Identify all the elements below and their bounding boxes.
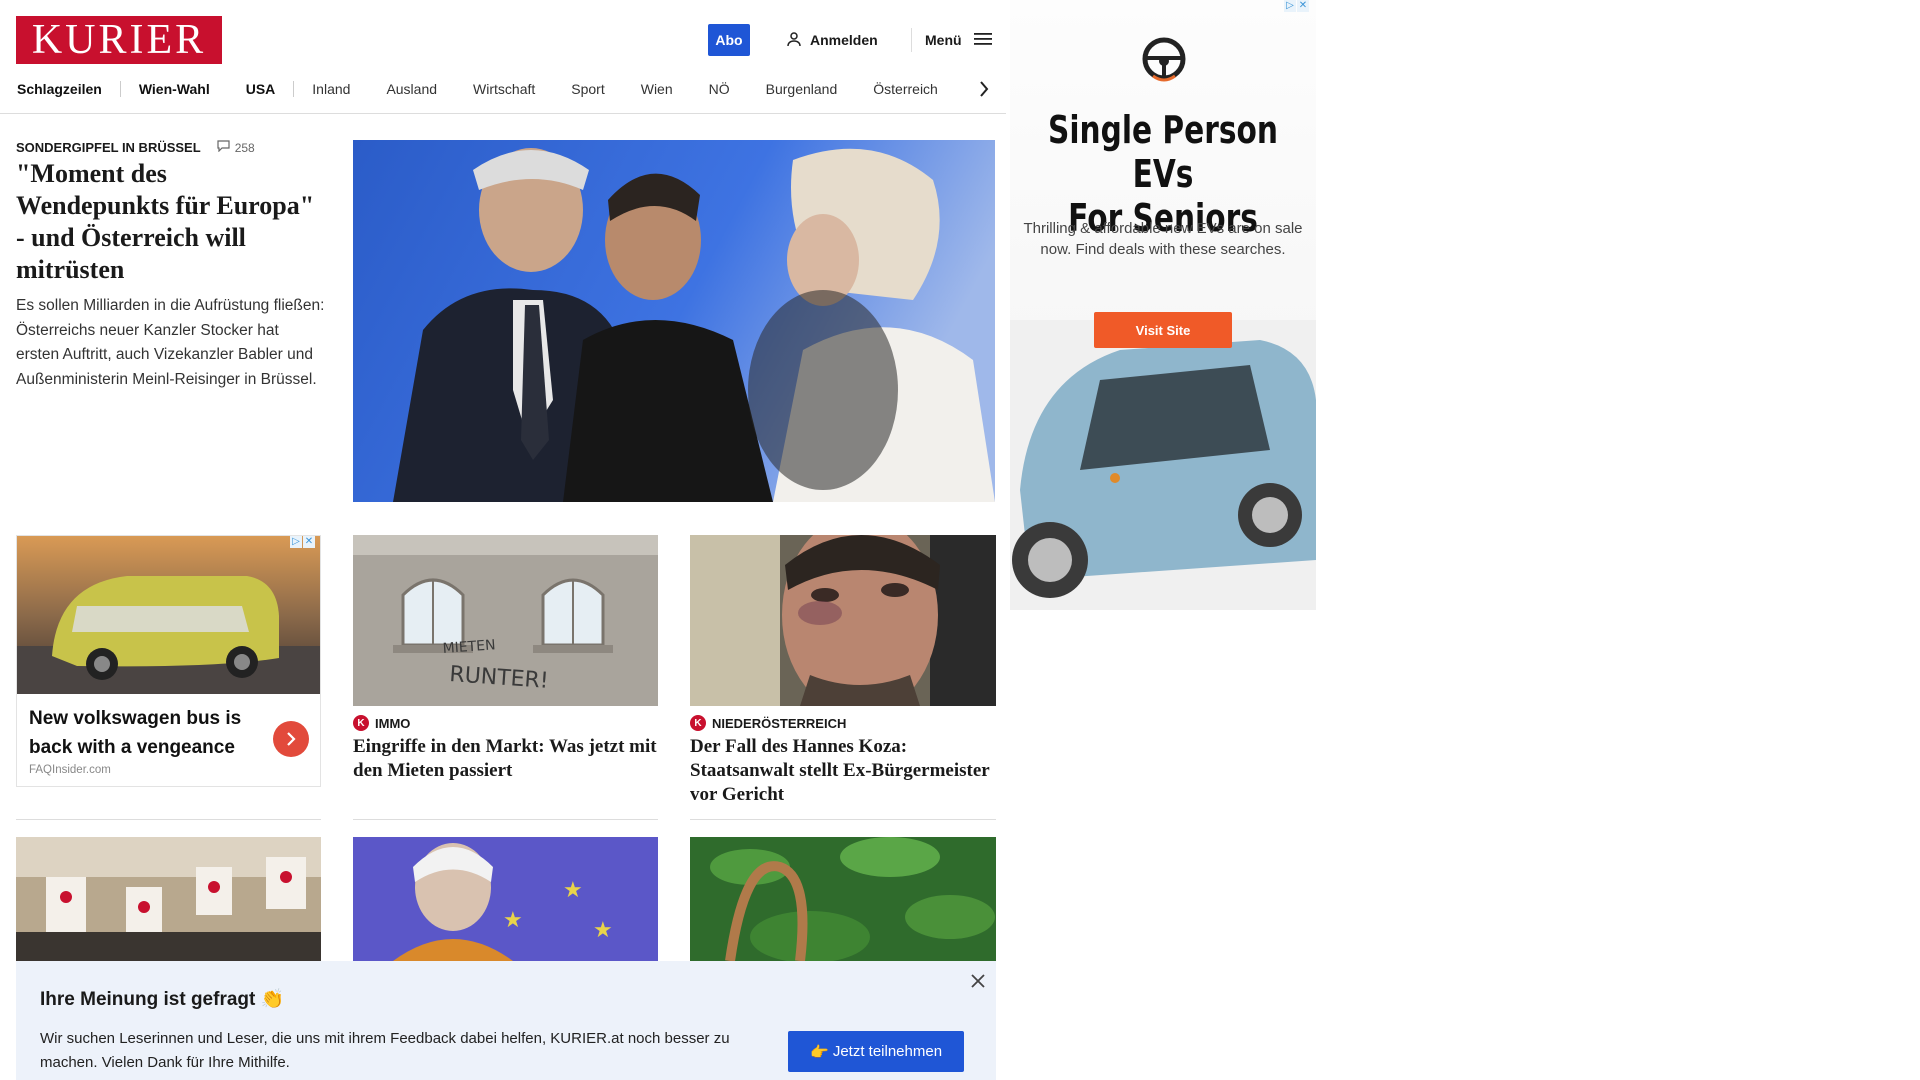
section-nav: Schlagzeilen Wien-Wahl USA Inland Auslan… [17,78,956,100]
steering-wheel-icon [1141,36,1187,82]
card-image-protest[interactable] [16,837,321,961]
user-icon [786,31,802,50]
adchoices-icon: ▷ [1284,0,1296,12]
survey-participate-button[interactable]: 👉 Jetzt teilnehmen [788,1031,964,1072]
card-image-ecb[interactable]: ★ ★ ★ [353,837,658,961]
chevron-right-icon[interactable] [273,721,309,757]
side-ad[interactable]: ▷ ✕ Single Person EVs For Seniors Thrill… [1010,0,1316,610]
close-icon[interactable] [966,969,990,993]
comment-icon [217,140,230,155]
lead-image[interactable] [353,140,995,502]
side-ad-car-image [1010,320,1316,610]
survey-banner: Ihre Meinung ist gefragt 👏 Wir suchen Le… [16,961,996,1080]
nav-item-sport[interactable]: Sport [553,81,622,97]
card-kicker-niederoesterreich[interactable]: K NIEDERÖSTERREICH [690,715,846,731]
survey-title: Ihre Meinung ist gefragt 👏 [40,987,284,1011]
row-divider [690,819,996,820]
native-ad-title[interactable]: New volkswagen bus is back with a vengea… [29,704,269,762]
lead-kicker[interactable]: SONDERGIPFEL IN BRÜSSEL 258 [16,140,255,155]
svg-text:★: ★ [593,917,613,942]
row-divider [16,819,321,820]
menu-button[interactable]: Menü [925,28,992,52]
visit-site-button[interactable]: Visit Site [1094,312,1232,348]
card-kicker-label: IMMO [375,715,411,731]
native-ad-source[interactable]: FAQInsider.com [29,764,111,776]
nav-divider-line [0,113,1006,114]
kurier-logo[interactable]: KURIER [16,16,222,64]
nav-item-wien[interactable]: Wien [623,81,691,97]
comment-count-value: 258 [234,140,255,155]
lead-teaser: Es sollen Milliarden in die Aufrüstung f… [16,297,325,388]
header-divider [911,28,912,52]
survey-title-text: Ihre Meinung ist gefragt [40,989,256,1010]
nav-item-burgenland[interactable]: Burgenland [748,81,856,97]
pointing-hand-icon: 👉 [809,1043,829,1061]
card-title-immo[interactable]: Eingriffe in den Markt: Was jetzt mit de… [353,735,658,783]
row-divider [353,819,658,820]
ad-close-icon[interactable]: ✕ [1297,0,1309,12]
adchoices-icon: ▷ [290,536,302,548]
native-ad-image [17,536,320,694]
card-image-niederoesterreich[interactable] [690,535,996,706]
kurier-plus-badge-icon: K [353,715,369,731]
clapping-hands-icon: 👏 [260,989,285,1010]
ad-close-icon[interactable]: ✕ [303,536,315,548]
card-kicker-label: NIEDERÖSTERREICH [712,715,847,731]
lead-headline[interactable]: "Moment des Wendepunkts für Europa" - un… [16,158,326,286]
card-kicker-immo[interactable]: K IMMO [353,715,410,731]
card-image-immo[interactable]: MIETEN RUNTER! [353,535,658,706]
menu-label: Menü [925,32,962,48]
kurier-plus-badge-icon: K [690,715,706,731]
svg-text:★: ★ [563,877,583,902]
comment-count[interactable]: 258 [217,140,255,155]
nav-item-schlagzeilen[interactable]: Schlagzeilen [17,81,120,97]
nav-item-oesterreich[interactable]: Österreich [855,81,956,97]
side-ad-headline-line1: Single Person EVs [1048,108,1278,196]
login-label: Anmelden [810,32,878,48]
nav-item-noe[interactable]: NÖ [691,81,748,97]
nav-scroll-right-icon[interactable] [976,78,992,100]
lead-kicker-label: SONDERGIPFEL IN BRÜSSEL [16,140,201,155]
nav-item-ausland[interactable]: Ausland [368,81,455,97]
survey-text: Wir suchen Leserinnen und Leser, die uns… [40,1030,730,1071]
svg-text:★: ★ [503,907,523,932]
card-image-tea[interactable] [690,837,996,961]
nav-item-usa[interactable]: USA [228,81,294,97]
side-adchoices-badge[interactable]: ▷ ✕ [1284,0,1309,12]
nav-item-wien-wahl[interactable]: Wien-Wahl [121,81,228,97]
nav-item-inland[interactable]: Inland [294,81,368,97]
survey-button-label: Jetzt teilnehmen [832,1043,943,1060]
nav-item-wirtschaft[interactable]: Wirtschaft [455,81,553,97]
side-ad-subtext: Thrilling & affordable new EVs are on sa… [1023,220,1303,258]
abo-button[interactable]: Abo [708,24,750,56]
hamburger-icon [973,32,992,49]
adchoices-badge[interactable]: ▷ ✕ [290,536,315,548]
native-ad[interactable]: ▷ ✕ New volkswagen bus is back with a ve… [16,535,321,787]
card-title-niederoesterreich[interactable]: Der Fall des Hannes Koza: Staatsanwalt s… [690,735,995,807]
login-button[interactable]: Anmelden [786,28,878,52]
